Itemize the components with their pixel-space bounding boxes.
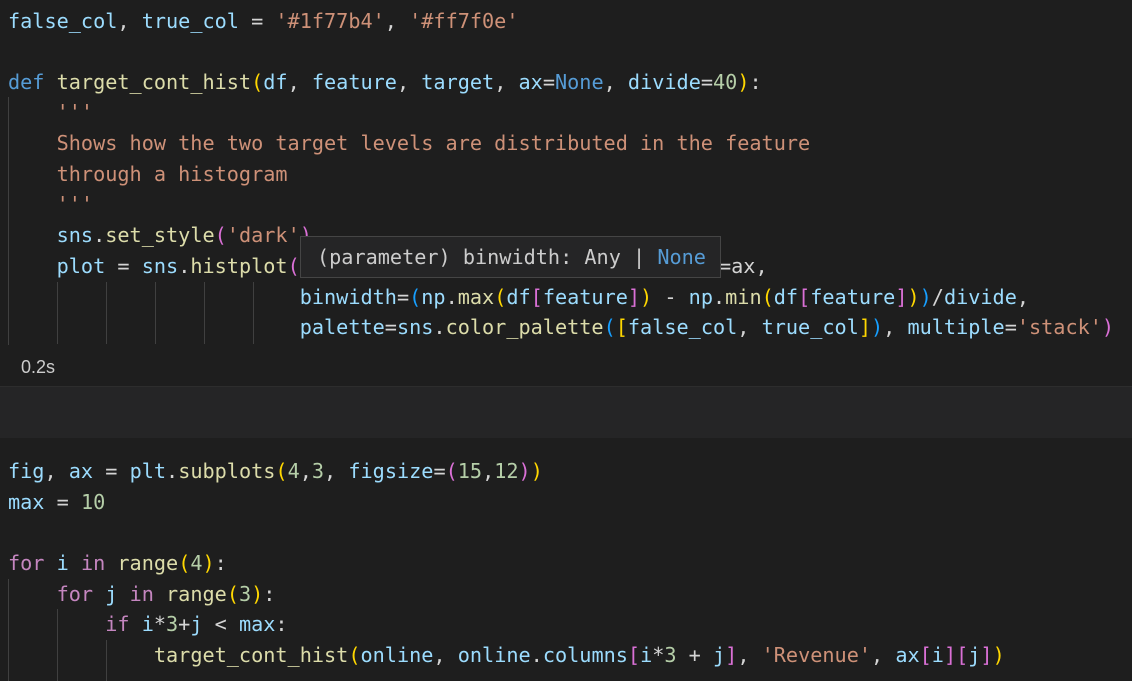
code-line-8[interactable]: sns.set_style('dark') (8, 220, 312, 251)
code-line-2[interactable]: max = 10 (8, 487, 105, 518)
code-line-4[interactable]: for i in range(4): (8, 548, 227, 579)
code-line-3[interactable]: def target_cont_hist(df, feature, target… (8, 67, 762, 98)
code-line-11[interactable]: palette=sns.color_palette([false_col, tr… (8, 312, 1114, 343)
docstring-line[interactable]: ''' (8, 97, 93, 128)
code-line-6[interactable]: if i*3+j < max: (8, 609, 287, 640)
code-line-1[interactable]: fig, ax = plt.subplots(4,3, figsize=(15,… (8, 456, 543, 487)
code-line-9[interactable]: plot = sns.histplot( (8, 251, 300, 282)
code-line-9-tail[interactable]: =ax, (719, 251, 768, 282)
code-line-7[interactable]: target_cont_hist(online, online.columns[… (8, 640, 1005, 671)
docstring-line[interactable]: ''' (8, 189, 93, 220)
docstring-line[interactable]: Shows how the two target levels are dist… (8, 128, 811, 159)
tooltip-none-type: None (657, 245, 706, 269)
execution-time: 0.2s (21, 357, 56, 377)
docstring-line[interactable]: through a histogram (8, 159, 288, 190)
parameter-hover-tooltip: (parameter) binwidth: Any | None (300, 236, 721, 278)
code-line-10[interactable]: binwidth=(np.max(df[feature]) - np.min(d… (8, 282, 1029, 313)
code-cell-1[interactable]: false_col, true_col = '#1f77b4', '#ff7f0… (0, 0, 1132, 386)
cell-separator (0, 386, 1132, 440)
code-cell-2[interactable]: fig, ax = plt.subplots(4,3, figsize=(15,… (0, 438, 1132, 681)
code-line-1[interactable]: false_col, true_col = '#1f77b4', '#ff7f0… (8, 6, 519, 37)
code-line-5[interactable]: for j in range(3): (8, 579, 276, 610)
tooltip-signature: (parameter) binwidth: Any | (317, 245, 658, 269)
